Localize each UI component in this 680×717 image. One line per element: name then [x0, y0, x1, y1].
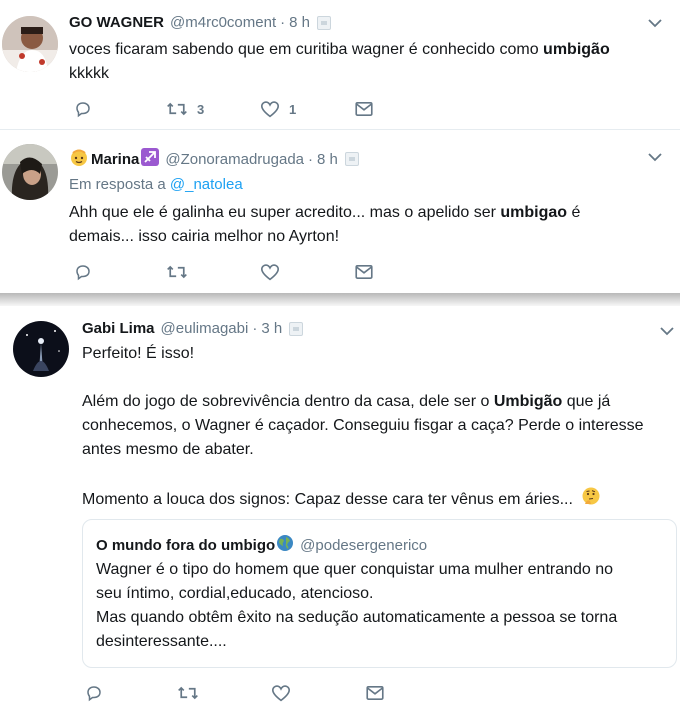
retweet-icon	[178, 686, 198, 700]
tweet-2[interactable]: Marina @Zonoramadrugada · 8 h Em respost…	[0, 131, 680, 296]
paragraph-1: Perfeito! É isso!	[82, 345, 195, 362]
like-icon	[260, 264, 280, 281]
bold-keyword: umbigão	[543, 41, 610, 58]
paragraph-2: Além do jogo de sobrevivência dentro da …	[82, 393, 644, 458]
tweet-text: voces ficaram sabendo que em curitiba wa…	[69, 41, 610, 82]
timestamp[interactable]: 3 h	[261, 320, 282, 337]
retweet-icon	[167, 265, 187, 279]
user-handle[interactable]: @eulimagabi	[161, 320, 249, 337]
dm-icon	[366, 686, 384, 700]
user-handle[interactable]: @m4rc0coment	[170, 14, 276, 31]
separator-dot: ·	[308, 150, 313, 168]
user-handle[interactable]: @Zonoramadrugada	[165, 151, 304, 168]
retweet-button[interactable]	[166, 263, 260, 281]
tweet-3[interactable]: Gabi Lima @eulimagabi · 3 h Perfeito! É …	[0, 306, 680, 717]
retweet-button[interactable]: 3	[166, 100, 260, 118]
retweet-count: 3	[197, 101, 205, 117]
timestamp[interactable]: 8 h	[317, 151, 338, 168]
tweet-header: Gabi Lima @eulimagabi · 3 h	[82, 320, 304, 337]
reply-icon	[87, 686, 101, 702]
dm-icon	[355, 265, 373, 279]
separator-dot: ·	[252, 320, 258, 337]
quoted-tweet-header: O mundo fora do umbigo @podesergenerico	[96, 534, 427, 556]
tweet-header: GO WAGNER @m4rc0coment · 8 h	[69, 14, 331, 31]
display-name[interactable]: Marina	[91, 151, 139, 168]
bold-keyword: umbigao	[500, 204, 568, 221]
timestamp[interactable]: 8 h	[289, 14, 310, 31]
tweet-actions	[85, 684, 384, 702]
like-icon	[271, 685, 291, 702]
dm-button[interactable]	[366, 685, 384, 701]
chevron-down-icon[interactable]	[648, 16, 662, 31]
dm-button[interactable]	[355, 101, 373, 117]
bold-keyword: Umbigão	[493, 393, 563, 410]
verified-placeholder-icon	[289, 321, 304, 336]
separator-dot: ·	[280, 14, 286, 31]
tweet-actions: 3 1	[74, 100, 373, 118]
tweet-text: Perfeito! É isso! Além do jogo de sobrev…	[82, 342, 677, 514]
like-button[interactable]: 1	[260, 100, 355, 118]
retweet-button[interactable]	[177, 684, 271, 702]
quoted-tweet[interactable]: O mundo fora do umbigo @podesergenerico …	[82, 519, 677, 668]
quoted-tweet-text: Wagner é o tipo do homem que quer conqui…	[96, 561, 618, 650]
reply-context: Em resposta a @_natolea	[69, 176, 243, 193]
avatar[interactable]	[2, 144, 58, 200]
reply-button[interactable]	[74, 100, 166, 118]
tweet-text: Ahh que ele é galinha eu super acredito.…	[69, 204, 581, 245]
dm-icon	[355, 102, 373, 116]
reply-icon	[76, 102, 90, 118]
thinking-emoji-icon	[581, 486, 601, 514]
sagittarius-emoji-icon	[141, 148, 160, 170]
retweet-icon	[167, 102, 187, 116]
verified-placeholder-icon	[316, 15, 331, 30]
quoted-display-name[interactable]: O mundo fora do umbigo	[96, 537, 275, 554]
baby-face-emoji-icon	[69, 147, 89, 171]
like-button[interactable]	[260, 263, 355, 281]
dm-button[interactable]	[355, 264, 373, 280]
tweet-header: Marina @Zonoramadrugada · 8 h	[69, 147, 359, 171]
reply-icon	[76, 265, 90, 281]
avatar[interactable]	[13, 321, 69, 377]
like-icon	[260, 101, 280, 118]
tweet-actions	[74, 263, 373, 281]
verified-placeholder-icon	[344, 152, 359, 166]
display-name[interactable]: GO WAGNER	[69, 14, 164, 31]
globe-emoji-icon	[276, 534, 294, 556]
display-name[interactable]: Gabi Lima	[82, 320, 155, 337]
like-button[interactable]	[271, 684, 366, 702]
reply-button[interactable]	[74, 263, 166, 281]
reply-handle-link[interactable]: @_natolea	[170, 176, 243, 193]
chevron-down-icon[interactable]	[660, 324, 674, 339]
like-count: 1	[289, 101, 297, 117]
paragraph-3: Momento a louca dos signos: Capaz desse …	[82, 486, 677, 514]
reply-button[interactable]	[85, 684, 177, 702]
avatar[interactable]	[2, 16, 58, 72]
quoted-user-handle[interactable]: @podesergenerico	[300, 537, 427, 554]
tweet-1[interactable]: GO WAGNER @m4rc0coment · 8 h voces ficar…	[0, 0, 680, 130]
chevron-down-icon[interactable]	[648, 150, 662, 165]
